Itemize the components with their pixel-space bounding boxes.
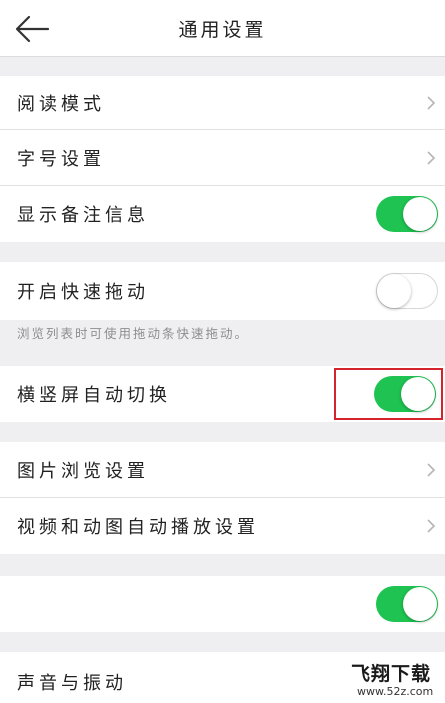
setting-label: 开启快速拖动: [17, 282, 149, 303]
setting-unlabeled: [0, 576, 445, 632]
setting-image-browse[interactable]: 图片浏览设置: [0, 442, 445, 498]
chevron-right-icon: [427, 519, 436, 533]
show-notes-toggle[interactable]: [376, 196, 438, 232]
setting-label: 声音与振动: [17, 673, 127, 694]
unlabeled-toggle[interactable]: [376, 586, 438, 622]
toggle-knob: [401, 377, 435, 411]
setting-font-size[interactable]: 字号设置: [0, 130, 445, 186]
setting-fast-drag: 开启快速拖动: [0, 262, 445, 320]
page-title: 通用设置: [178, 19, 267, 41]
setting-label: 横竖屏自动切换: [17, 385, 171, 406]
setting-label: 字号设置: [17, 148, 105, 170]
setting-auto-rotate: 横竖屏自动切换: [0, 366, 445, 422]
chevron-right-icon: [427, 95, 436, 110]
toggle-knob: [403, 197, 437, 231]
setting-label: 显示备注信息: [17, 205, 149, 226]
setting-show-notes: 显示备注信息: [0, 186, 445, 242]
fast-drag-toggle[interactable]: [376, 273, 438, 309]
toggle-knob: [377, 274, 411, 308]
setting-label: 视频和动图自动播放设置: [17, 517, 259, 538]
setting-reading-mode[interactable]: 阅读模式: [0, 76, 445, 130]
watermark-title: 飞翔下载: [351, 663, 432, 685]
setting-video-autoplay[interactable]: 视频和动图自动播放设置: [0, 498, 445, 554]
auto-rotate-toggle[interactable]: [374, 376, 436, 412]
setting-label: 阅读模式: [17, 93, 105, 115]
watermark-logo: 飞翔下载 www.52z.com: [347, 657, 439, 701]
watermark-url: www.52z.com: [357, 685, 434, 698]
chevron-right-icon: [427, 150, 436, 165]
toggle-knob: [403, 587, 437, 621]
chevron-right-icon: [427, 462, 436, 477]
fast-drag-hint: 浏览列表时可使用拖动条快速拖动。: [17, 326, 250, 341]
setting-label: 图片浏览设置: [17, 460, 149, 482]
header-bar: 通用设置: [0, 0, 445, 57]
